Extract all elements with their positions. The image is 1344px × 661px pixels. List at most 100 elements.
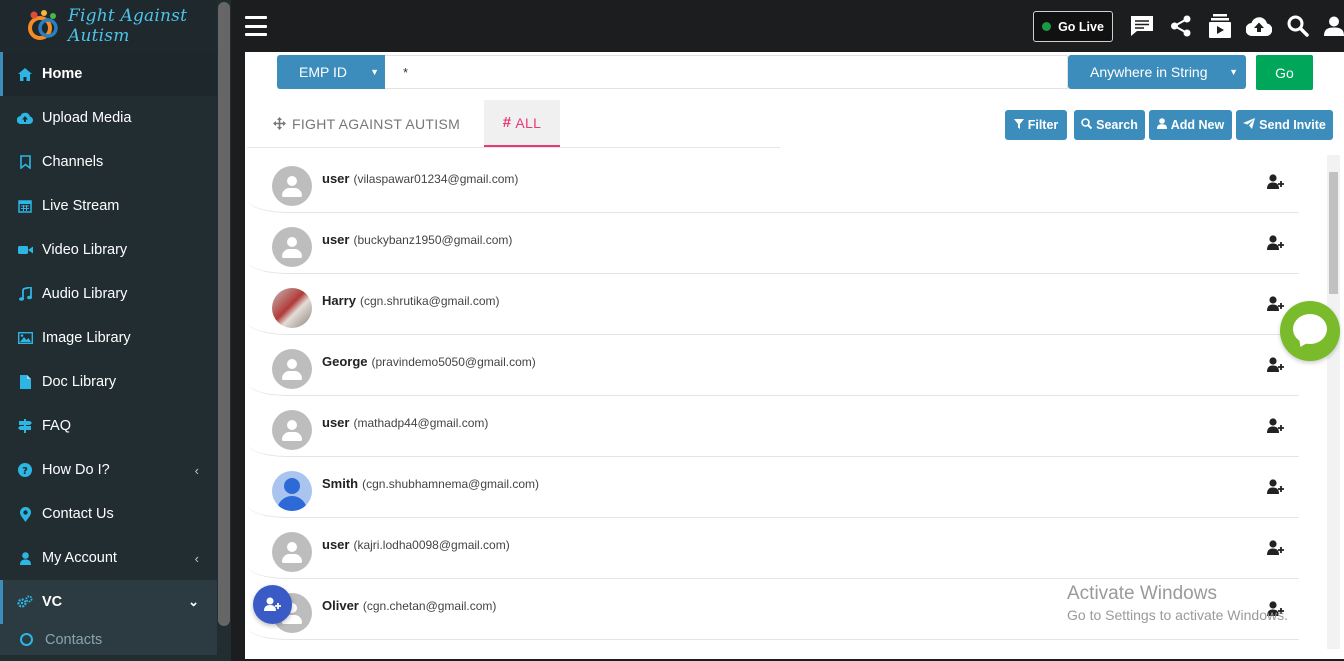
video-camera-icon bbox=[17, 242, 33, 258]
add-contact-icon[interactable] bbox=[1267, 479, 1285, 497]
menu-toggle-icon[interactable] bbox=[245, 16, 267, 36]
contact-row[interactable]: user (buckybanz1950@gmail.com) bbox=[247, 213, 1299, 274]
contact-email: (cgn.shubhamnema@gmail.com) bbox=[362, 477, 540, 491]
add-contact-icon[interactable] bbox=[1267, 235, 1285, 253]
search-field-select[interactable]: EMP ID ▼ bbox=[277, 55, 385, 89]
sidebar-item-label: FAQ bbox=[42, 418, 72, 434]
add-contact-icon[interactable] bbox=[1267, 296, 1285, 314]
logo-title: Fight Against Autism bbox=[68, 6, 188, 46]
cloud-upload-icon bbox=[17, 110, 33, 126]
contact-info: Oliver (cgn.chetan@gmail.com) bbox=[322, 598, 496, 613]
contact-email: (buckybanz1950@gmail.com) bbox=[353, 233, 513, 247]
contact-name: Harry bbox=[322, 293, 356, 308]
tab-all[interactable]: # ALL bbox=[484, 100, 560, 147]
watermark-subtitle: Go to Settings to activate Windows. bbox=[1067, 607, 1288, 623]
sidebar-item-vc[interactable]: VC ⌄ bbox=[0, 580, 217, 624]
sidebar-item-home[interactable]: Home bbox=[0, 52, 217, 96]
sidebar-item-contact-us[interactable]: Contact Us bbox=[0, 492, 217, 536]
filter-icon bbox=[1013, 118, 1024, 132]
caret-down-icon: ▼ bbox=[370, 67, 379, 77]
user-account-icon[interactable] bbox=[1324, 13, 1344, 39]
add-contact-icon[interactable] bbox=[1267, 418, 1285, 436]
add-new-label: Add New bbox=[1170, 118, 1225, 132]
add-contact-fab[interactable] bbox=[253, 585, 292, 624]
chat-message-icon[interactable] bbox=[1129, 13, 1155, 39]
sidebar-scrollbar[interactable] bbox=[218, 2, 230, 626]
sidebar-subitem-contacts[interactable]: Contacts bbox=[0, 624, 217, 655]
add-contact-icon[interactable] bbox=[1267, 357, 1285, 375]
search-field-label: EMP ID bbox=[299, 64, 347, 80]
sidebar-item-label: Doc Library bbox=[42, 374, 117, 390]
go-button[interactable]: Go bbox=[1256, 55, 1313, 90]
sidebar-item-label: Upload Media bbox=[42, 110, 132, 126]
sidebar-item-label: Contact Us bbox=[42, 506, 114, 522]
contact-name: Smith bbox=[322, 476, 359, 491]
tab-label: FIGHT AGAINST AUTISM bbox=[292, 115, 461, 132]
add-user-icon bbox=[263, 597, 282, 612]
go-live-button[interactable]: Go Live bbox=[1033, 11, 1113, 42]
contact-name: user bbox=[322, 415, 350, 430]
user-icon bbox=[17, 550, 33, 566]
contact-row[interactable]: user (mathadp44@gmail.com) bbox=[247, 396, 1299, 457]
send-invite-button[interactable]: Send Invite bbox=[1236, 110, 1333, 140]
sidebar-item-label: Image Library bbox=[42, 330, 131, 346]
contact-name: user bbox=[322, 232, 350, 247]
contact-email: (mathadp44@gmail.com) bbox=[353, 416, 489, 430]
sidebar-item-label: Video Library bbox=[42, 242, 128, 258]
sidebar-item-how-do-i[interactable]: ? How Do I? ‹ bbox=[0, 448, 217, 492]
match-mode-select[interactable]: Anywhere in String ▼ bbox=[1068, 55, 1246, 89]
contact-row[interactable]: George (pravindemo5050@gmail.com) bbox=[247, 335, 1299, 396]
sidebar-item-audio-library[interactable]: Audio Library bbox=[0, 272, 217, 316]
app-logo[interactable]: Fight Against Autism bbox=[0, 0, 217, 52]
contact-email: (kajri.lodha0098@gmail.com) bbox=[353, 538, 510, 552]
search-button[interactable]: Search bbox=[1074, 110, 1145, 140]
contact-list-scrollbar[interactable] bbox=[1327, 155, 1340, 649]
go-live-label: Go Live bbox=[1058, 19, 1104, 34]
filter-button[interactable]: Filter bbox=[1005, 110, 1067, 140]
add-new-button[interactable]: Add New bbox=[1149, 110, 1232, 140]
contact-tabs: FIGHT AGAINST AUTISM # ALL bbox=[247, 100, 780, 148]
chat-widget-button[interactable] bbox=[1280, 301, 1340, 361]
sidebar-item-label: VC bbox=[42, 594, 63, 610]
contact-info: user (kajri.lodha0098@gmail.com) bbox=[322, 537, 510, 552]
cogs-icon bbox=[17, 594, 33, 610]
question-circle-icon: ? bbox=[17, 462, 33, 478]
contact-row[interactable]: user (vilaspawar01234@gmail.com) bbox=[247, 152, 1299, 213]
avatar-photo bbox=[272, 288, 312, 328]
cloud-upload-icon[interactable] bbox=[1246, 13, 1272, 39]
contact-row[interactable]: Harry (cgn.shrutika@gmail.com) bbox=[247, 274, 1299, 335]
contact-name: Oliver bbox=[322, 598, 359, 613]
scrollbar-thumb[interactable] bbox=[1329, 172, 1338, 294]
sidebar-item-doc-library[interactable]: Doc Library bbox=[0, 360, 217, 404]
contact-row[interactable]: Smith (cgn.shubhamnema@gmail.com) bbox=[247, 457, 1299, 518]
contact-email: (cgn.shrutika@gmail.com) bbox=[359, 294, 500, 308]
add-contact-icon[interactable] bbox=[1267, 540, 1285, 558]
signpost-icon bbox=[17, 418, 33, 434]
sidebar-item-channels[interactable]: Channels bbox=[0, 140, 217, 184]
contact-name: user bbox=[322, 171, 350, 186]
contact-info: user (mathadp44@gmail.com) bbox=[322, 415, 488, 430]
search-icon[interactable] bbox=[1285, 13, 1311, 39]
sidebar-item-live-stream[interactable]: Live Stream bbox=[0, 184, 217, 228]
search-label: Search bbox=[1096, 118, 1138, 132]
sidebar-item-faq[interactable]: FAQ bbox=[0, 404, 217, 448]
windows-activation-watermark: Activate Windows Go to Settings to activ… bbox=[1067, 583, 1288, 623]
chevron-left-icon: ‹ bbox=[194, 550, 199, 566]
caret-down-icon: ▼ bbox=[1229, 67, 1238, 77]
sidebar-item-my-account[interactable]: My Account ‹ bbox=[0, 536, 217, 580]
sidebar-item-image-library[interactable]: Image Library bbox=[0, 316, 217, 360]
sidebar-item-upload-media[interactable]: Upload Media bbox=[0, 96, 217, 140]
media-playlist-icon[interactable] bbox=[1207, 13, 1233, 39]
search-input[interactable] bbox=[385, 55, 1068, 89]
move-arrows-icon bbox=[273, 117, 286, 130]
top-navbar: Go Live bbox=[231, 0, 1344, 52]
music-note-icon bbox=[17, 286, 33, 302]
share-icon[interactable] bbox=[1168, 13, 1194, 39]
sidebar-item-video-library[interactable]: Video Library bbox=[0, 228, 217, 272]
tab-fight-against-autism[interactable]: FIGHT AGAINST AUTISM bbox=[273, 100, 460, 147]
add-contact-icon[interactable] bbox=[1267, 174, 1285, 192]
contact-row[interactable]: user (kajri.lodha0098@gmail.com) bbox=[247, 518, 1299, 579]
contact-email: (pravindemo5050@gmail.com) bbox=[371, 355, 536, 369]
avatar bbox=[272, 227, 312, 267]
circle-icon bbox=[20, 633, 33, 646]
